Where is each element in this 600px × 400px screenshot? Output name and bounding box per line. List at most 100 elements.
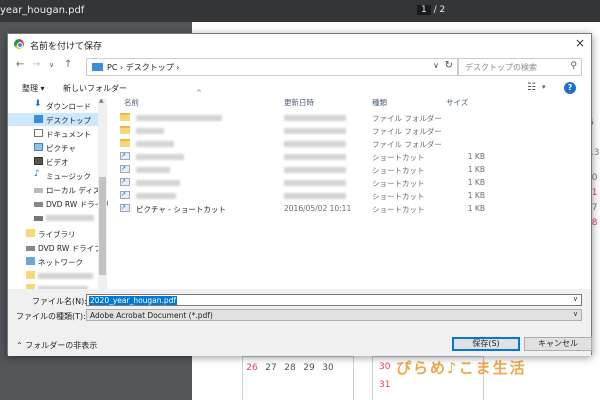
filetype-select[interactable]: Adobe Acrobat Document (*.pdf) ∨ bbox=[86, 309, 582, 321]
network-icon bbox=[26, 257, 35, 265]
calendar-day: 28 bbox=[284, 363, 296, 373]
filename-label: ファイル名(N): bbox=[32, 297, 87, 306]
calendar-day: 29 bbox=[303, 363, 315, 373]
sidebar-item-downloads[interactable]: ⬇ ダウンロード bbox=[8, 99, 98, 112]
sidebar-item-label: ピクチャ bbox=[46, 144, 76, 153]
search-icon[interactable]: ⚲ bbox=[570, 61, 577, 71]
file-type: ショートカット bbox=[372, 153, 425, 162]
sidebar-item-label: DVD RW ドライブ ( bbox=[38, 244, 107, 253]
filename-field[interactable]: 2020_year_hougan.pdf ∨ bbox=[86, 294, 582, 306]
sidebar-item-libraries[interactable]: ライブラリ bbox=[8, 227, 98, 240]
file-size: 1 KB bbox=[467, 191, 485, 200]
file-list-header: ^ 名前 更新日時 種類 サイズ bbox=[108, 89, 591, 109]
file-row[interactable]: ショートカット 1 KB bbox=[108, 150, 591, 163]
chevron-down-icon[interactable]: ∨ bbox=[433, 61, 439, 70]
file-row[interactable]: ファイル フォルダー bbox=[108, 111, 591, 124]
site-logo: ぴらめ♪こま生活 bbox=[396, 359, 527, 377]
sidebar-item-network[interactable]: ネットワーク bbox=[8, 255, 98, 268]
file-row[interactable]: ショートカット 1 KB bbox=[108, 189, 591, 202]
up-arrow-icon[interactable]: ↑ bbox=[64, 59, 72, 70]
forward-arrow-icon[interactable]: → bbox=[32, 59, 40, 70]
sidebar-item-label: ドキュメント bbox=[46, 130, 91, 139]
filename-input[interactable]: 2020_year_hougan.pdf bbox=[89, 296, 178, 305]
sidebar-item-desktop[interactable]: デスクトップ bbox=[8, 113, 98, 126]
dialog-footer: ファイル名(N): 2020_year_hougan.pdf ∨ ファイルの種類… bbox=[8, 289, 592, 356]
page-indicator: 1 / 2 bbox=[417, 5, 445, 15]
address-row: ← → ∨ ↑ PC › デスクトップ › ∨ ↻ デスクトップの検索 ⚲ bbox=[8, 55, 591, 79]
recent-locations-icon[interactable]: ∨ bbox=[49, 61, 54, 69]
breadcrumb[interactable]: PC › デスクトップ › bbox=[107, 62, 179, 73]
sidebar-scrollbar[interactable]: ▲ bbox=[98, 99, 107, 289]
sidebar-item-dvd-drive[interactable]: DVD RW ドライブ bbox=[8, 197, 108, 210]
hide-folders-toggle[interactable]: ⌃ フォルダーの非表示 bbox=[16, 340, 97, 351]
chrome-icon bbox=[14, 39, 24, 49]
chevron-down-icon[interactable]: ∨ bbox=[573, 310, 578, 318]
column-header-type[interactable]: 種類 bbox=[372, 97, 387, 108]
folder-icon bbox=[120, 126, 130, 134]
address-bar[interactable]: PC › デスクトップ › ∨ ↻ bbox=[86, 58, 458, 76]
chevron-down-icon[interactable]: ∨ bbox=[573, 295, 578, 303]
redacted-text bbox=[284, 128, 346, 134]
close-icon[interactable]: × bbox=[575, 36, 585, 50]
search-box[interactable]: デスクトップの検索 ⚲ bbox=[458, 58, 582, 76]
folder-icon bbox=[120, 113, 130, 121]
refresh-icon[interactable]: ↻ bbox=[445, 60, 453, 71]
file-type: ショートカット bbox=[372, 205, 425, 214]
sidebar-item-blurred[interactable] bbox=[8, 282, 98, 289]
file-date: 2016/05/02 10:11 bbox=[284, 204, 352, 213]
file-type: ファイル フォルダー bbox=[372, 140, 442, 149]
column-header-name[interactable]: 名前 bbox=[124, 97, 139, 108]
file-row[interactable]: ファイル フォルダー bbox=[108, 137, 591, 150]
column-header-size[interactable]: サイズ bbox=[446, 97, 468, 108]
sidebar-item-label: ダウンロード bbox=[46, 102, 91, 111]
page-current[interactable]: 1 bbox=[417, 5, 431, 15]
file-row[interactable]: ファイル フォルダー bbox=[108, 124, 591, 137]
sidebar-item-videos[interactable]: ビデオ bbox=[8, 155, 98, 168]
shortcut-icon bbox=[120, 191, 130, 199]
file-type: ファイル フォルダー bbox=[372, 127, 442, 136]
file-row[interactable]: ショートカット 1 KB bbox=[108, 176, 591, 189]
redacted-text bbox=[136, 141, 174, 147]
search-input[interactable]: デスクトップの検索 bbox=[465, 62, 537, 73]
filetype-value: Adobe Acrobat Document (*.pdf) bbox=[90, 311, 213, 320]
drive-icon bbox=[34, 216, 43, 221]
sidebar-item-label: ビデオ bbox=[46, 158, 69, 167]
column-header-date[interactable]: 更新日時 bbox=[284, 97, 314, 108]
redacted-text bbox=[136, 193, 176, 199]
sidebar-item-dvd-drive-2[interactable]: DVD RW ドライブ ( bbox=[8, 241, 107, 254]
shortcut-icon bbox=[120, 165, 130, 173]
file-type: ショートカット bbox=[372, 179, 425, 188]
page-separator: / bbox=[433, 5, 437, 15]
redacted-text bbox=[284, 154, 346, 160]
back-arrow-icon[interactable]: ← bbox=[16, 59, 24, 70]
sidebar-item-pictures[interactable]: ピクチャ bbox=[8, 141, 98, 154]
dvd-drive-icon bbox=[34, 202, 43, 207]
page-total: 2 bbox=[439, 5, 446, 15]
scroll-up-icon[interactable]: ▲ bbox=[99, 99, 104, 104]
dialog-title: 名前を付けて保存 bbox=[30, 42, 103, 52]
redacted-text bbox=[284, 193, 346, 199]
sidebar-item-label: ライブラリ bbox=[38, 230, 76, 239]
sidebar-item-blurred[interactable] bbox=[8, 269, 98, 282]
redacted-text bbox=[46, 215, 94, 221]
sidebar-item-blurred[interactable] bbox=[8, 211, 98, 224]
dialog-titlebar: 名前を付けて保存 × bbox=[8, 34, 591, 55]
redacted-text bbox=[136, 115, 222, 121]
picture-icon bbox=[34, 143, 43, 151]
file-size: 1 KB bbox=[467, 152, 485, 161]
dvd-drive-icon bbox=[26, 246, 35, 251]
navigation-pane: ⬇ ダウンロード デスクトップ ドキュメント ピクチャ ビデオ ♪ ミュージック… bbox=[8, 99, 108, 289]
save-button[interactable]: 保存(S) bbox=[452, 337, 520, 351]
calendar-day: 31 bbox=[379, 380, 391, 390]
sidebar-item-music[interactable]: ♪ ミュージック bbox=[8, 169, 98, 182]
file-row[interactable]: ピクチャ - ショートカット 2016/05/02 10:11 ショートカット … bbox=[108, 202, 591, 215]
cancel-button[interactable]: キャンセル bbox=[524, 337, 592, 351]
file-type: ショートカット bbox=[372, 166, 425, 175]
sidebar-item-local-disk[interactable]: ローカル ディスク ( bbox=[8, 183, 108, 196]
filetype-label: ファイルの種類(T): bbox=[16, 312, 86, 321]
scrollbar-thumb[interactable] bbox=[99, 177, 106, 275]
file-type: ファイル フォルダー bbox=[372, 114, 442, 123]
organize-button[interactable]: 整理 ▾ bbox=[22, 83, 45, 94]
file-row[interactable]: ショートカット 1 KB bbox=[108, 163, 591, 176]
sidebar-item-documents[interactable]: ドキュメント bbox=[8, 127, 98, 140]
